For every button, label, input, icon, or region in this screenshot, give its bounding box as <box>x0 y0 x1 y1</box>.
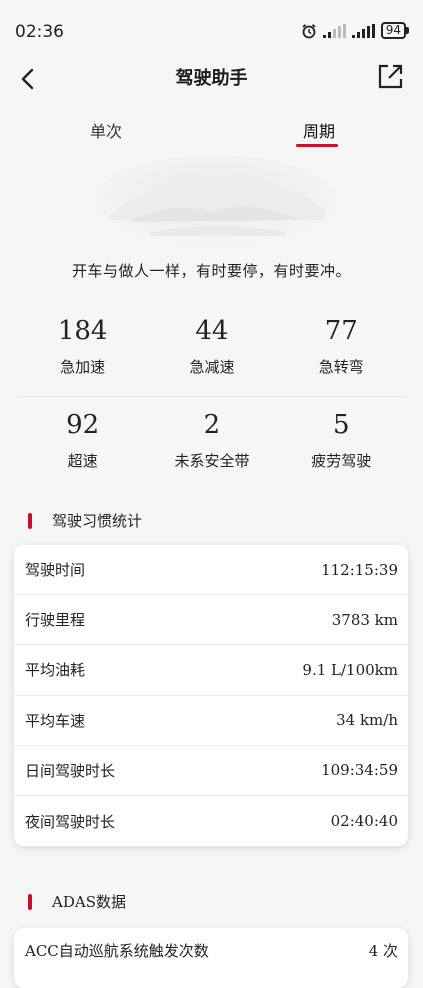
row-value: 109:34:59 <box>321 761 398 780</box>
list-item: 日间驾驶时长 109:34:59 <box>14 746 408 796</box>
status-time: 02:36 <box>15 22 64 42</box>
tab-period[interactable]: 周期 <box>303 118 335 142</box>
stat-value: 2 <box>203 410 221 440</box>
row-label: 夜间驾驶时长 <box>25 812 116 831</box>
status-bar: 02:36 94 <box>0 0 423 64</box>
adas-card: ACC自动巡航系统触发次数 4 次 <box>14 928 408 988</box>
stats-row: 92 超速 2 未系安全带 5 疲劳驾驶 <box>18 410 406 471</box>
mountain-illustration <box>95 155 335 245</box>
stat-fatigue-driving: 5 疲劳驾驶 <box>277 410 406 471</box>
stat-label: 急转弯 <box>318 358 364 376</box>
habits-card: 驾驶时间 112:15:39 行驶里程 3783 km 平均油耗 9.1 L/1… <box>14 545 408 846</box>
list-item: ACC自动巡航系统触发次数 4 次 <box>14 928 408 972</box>
stat-label: 急加速 <box>60 358 106 376</box>
stat-no-seatbelt: 2 未系安全带 <box>147 410 276 471</box>
section-title: 驾驶习惯统计 <box>52 512 143 530</box>
stat-label: 急减速 <box>189 358 235 376</box>
stat-label: 超速 <box>67 452 98 470</box>
row-label: 驾驶时间 <box>25 561 86 580</box>
battery-icon: 94 <box>380 22 409 39</box>
stat-sharp-turn: 77 急转弯 <box>277 316 406 377</box>
tab-active-indicator <box>296 144 338 147</box>
tab-single[interactable]: 单次 <box>90 118 122 142</box>
signal-icon-sim1 <box>322 23 346 38</box>
row-value: 9.1 L/100km <box>302 660 398 679</box>
row-value: 112:15:39 <box>321 560 398 579</box>
top-bar: 驾驶助手 <box>0 56 423 98</box>
battery-level: 94 <box>380 22 406 39</box>
stat-value: 92 <box>66 410 100 440</box>
row-label: 行驶里程 <box>25 611 86 630</box>
share-export-icon[interactable] <box>375 62 405 92</box>
list-item: 平均车速 34 km/h <box>14 696 408 746</box>
row-label: ACC自动巡航系统触发次数 <box>25 941 209 960</box>
list-item: 驾驶时间 112:15:39 <box>14 545 408 596</box>
stat-value: 184 <box>57 316 108 346</box>
stat-value: 5 <box>332 410 350 440</box>
slogan-text: 开车与做人一样，有时要停，有时要冲。 <box>71 262 351 280</box>
row-label: 日间驾驶时长 <box>25 761 116 780</box>
stat-hard-braking: 44 急减速 <box>147 316 276 377</box>
stat-hard-acceleration: 184 急加速 <box>18 316 147 377</box>
stat-value: 77 <box>324 316 358 346</box>
section-title: ADAS数据 <box>52 893 126 911</box>
stats-row: 184 急加速 44 急减速 77 急转弯 <box>18 316 406 377</box>
list-item: 行驶里程 3783 km <box>14 595 408 646</box>
section-marker <box>28 893 32 910</box>
row-value: 4 次 <box>368 941 398 960</box>
section-marker <box>28 512 32 529</box>
row-value: 3783 km <box>331 610 398 629</box>
row-value: 34 km/h <box>336 711 398 730</box>
tab-bar: 单次 周期 <box>0 110 423 152</box>
section-header-habits: 驾驶习惯统计 <box>28 510 142 531</box>
list-item: 平均油耗 9.1 L/100km <box>14 645 408 696</box>
divider <box>18 396 406 397</box>
stat-label: 未系安全带 <box>174 452 250 470</box>
signal-icon-sim2 <box>351 23 375 38</box>
list-item: 夜间驾驶时长 02:40:40 <box>14 796 408 846</box>
alarm-icon <box>302 23 316 38</box>
status-icons: 94 <box>301 22 409 39</box>
row-label: 平均车速 <box>25 711 86 730</box>
row-label: 平均油耗 <box>25 661 86 680</box>
stat-label: 疲劳驾驶 <box>311 452 372 470</box>
stat-value: 44 <box>195 316 229 346</box>
page-title: 驾驶助手 <box>175 68 248 89</box>
row-value: 02:40:40 <box>330 812 398 831</box>
stat-speeding: 92 超速 <box>18 410 147 471</box>
section-header-adas: ADAS数据 <box>28 891 126 912</box>
